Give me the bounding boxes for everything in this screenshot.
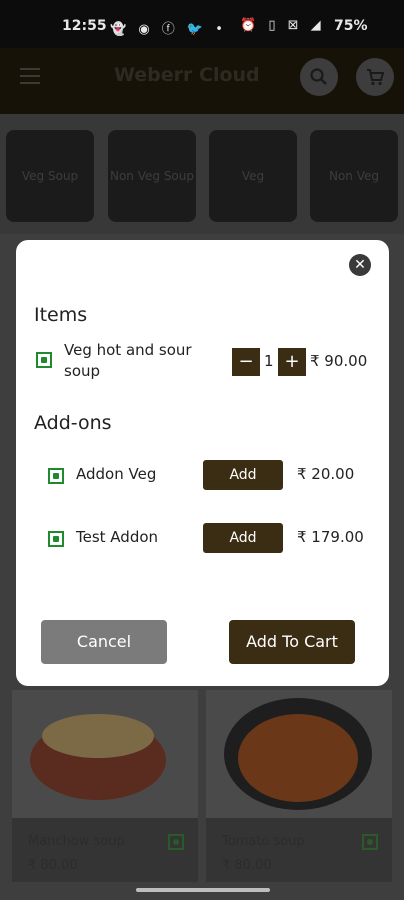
cancel-button[interactable]: Cancel: [41, 620, 167, 664]
status-time: 12:55: [62, 18, 107, 34]
addon-name: Test Addon: [76, 528, 159, 546]
addon-price: ₹ 179.00: [297, 528, 364, 546]
add-addon-button[interactable]: Add: [203, 460, 283, 490]
addon-name: Addon Veg: [76, 465, 157, 483]
addon-price: ₹ 20.00: [297, 465, 355, 483]
status-bar: 12:55 👻 ◉ ⓕ 🐦 • ⏰ ▯ ⊠ ◢ 75%: [0, 0, 404, 48]
add-to-cart-button[interactable]: Add To Cart: [229, 620, 355, 664]
decrease-quantity-button[interactable]: −: [232, 348, 260, 376]
app-bar: Weberr Cloud: [0, 48, 404, 114]
home-indicator[interactable]: [136, 888, 270, 892]
increase-quantity-button[interactable]: +: [278, 348, 306, 376]
add-to-cart-dialog: ✕ Items Veg hot and sour soup − 1 + ₹ 90…: [16, 240, 389, 686]
close-icon[interactable]: ✕: [349, 254, 371, 276]
veg-indicator-icon: [48, 468, 64, 484]
product-price: ₹ 80.00: [222, 858, 272, 873]
item-name: Veg hot and sour soup: [64, 341, 192, 380]
category-veg-soup[interactable]: Veg Soup: [6, 130, 94, 222]
veg-indicator-icon: [362, 834, 378, 850]
quantity-value: 1: [264, 352, 274, 370]
product-name: Manchow soup: [28, 834, 125, 849]
addons-heading: Add-ons: [34, 412, 112, 434]
product-card[interactable]: Tomato soup ₹ 80.00: [206, 690, 392, 882]
search-button[interactable]: [300, 58, 338, 96]
product-image: [206, 690, 392, 818]
system-icons: ⏰ ▯ ⊠ ◢: [240, 18, 325, 33]
product-card[interactable]: Manchow soup ₹ 80.00: [12, 690, 198, 882]
veg-indicator-icon: [36, 352, 52, 368]
veg-indicator-icon: [48, 531, 64, 547]
product-image: [12, 690, 198, 818]
product-price: ₹ 80.00: [28, 858, 78, 873]
category-non-veg[interactable]: Non Veg: [310, 130, 398, 222]
menu-icon[interactable]: [20, 68, 42, 86]
cart-button[interactable]: [356, 58, 394, 96]
category-row: Veg Soup Non Veg Soup Veg Non Veg: [0, 114, 404, 234]
search-icon: [310, 68, 327, 85]
battery-level: 75%: [334, 18, 368, 34]
add-addon-button[interactable]: Add: [203, 523, 283, 553]
category-veg[interactable]: Veg: [209, 130, 297, 222]
category-non-veg-soup[interactable]: Non Veg Soup: [108, 130, 196, 222]
product-name: Tomato soup: [222, 834, 305, 849]
item-price: ₹ 90.00: [310, 352, 368, 370]
veg-indicator-icon: [168, 834, 184, 850]
system-nav-bar: [0, 882, 404, 900]
app-title: Weberr Cloud: [114, 64, 260, 86]
notification-icons: 👻 ◉ ⓕ 🐦 •: [110, 22, 227, 37]
items-heading: Items: [34, 304, 88, 326]
cart-icon: [367, 69, 385, 86]
